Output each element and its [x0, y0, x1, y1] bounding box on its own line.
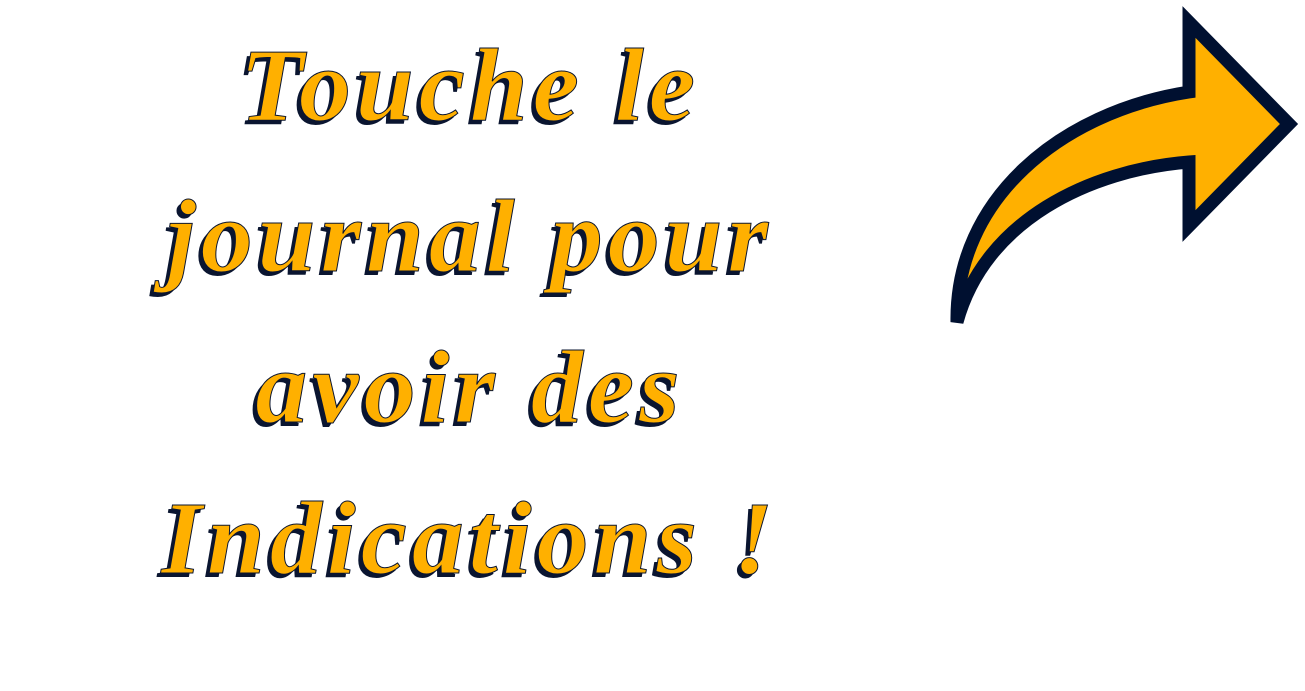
curved-arrow-right-icon [950, 6, 1299, 324]
arrow-shape [950, 6, 1299, 324]
